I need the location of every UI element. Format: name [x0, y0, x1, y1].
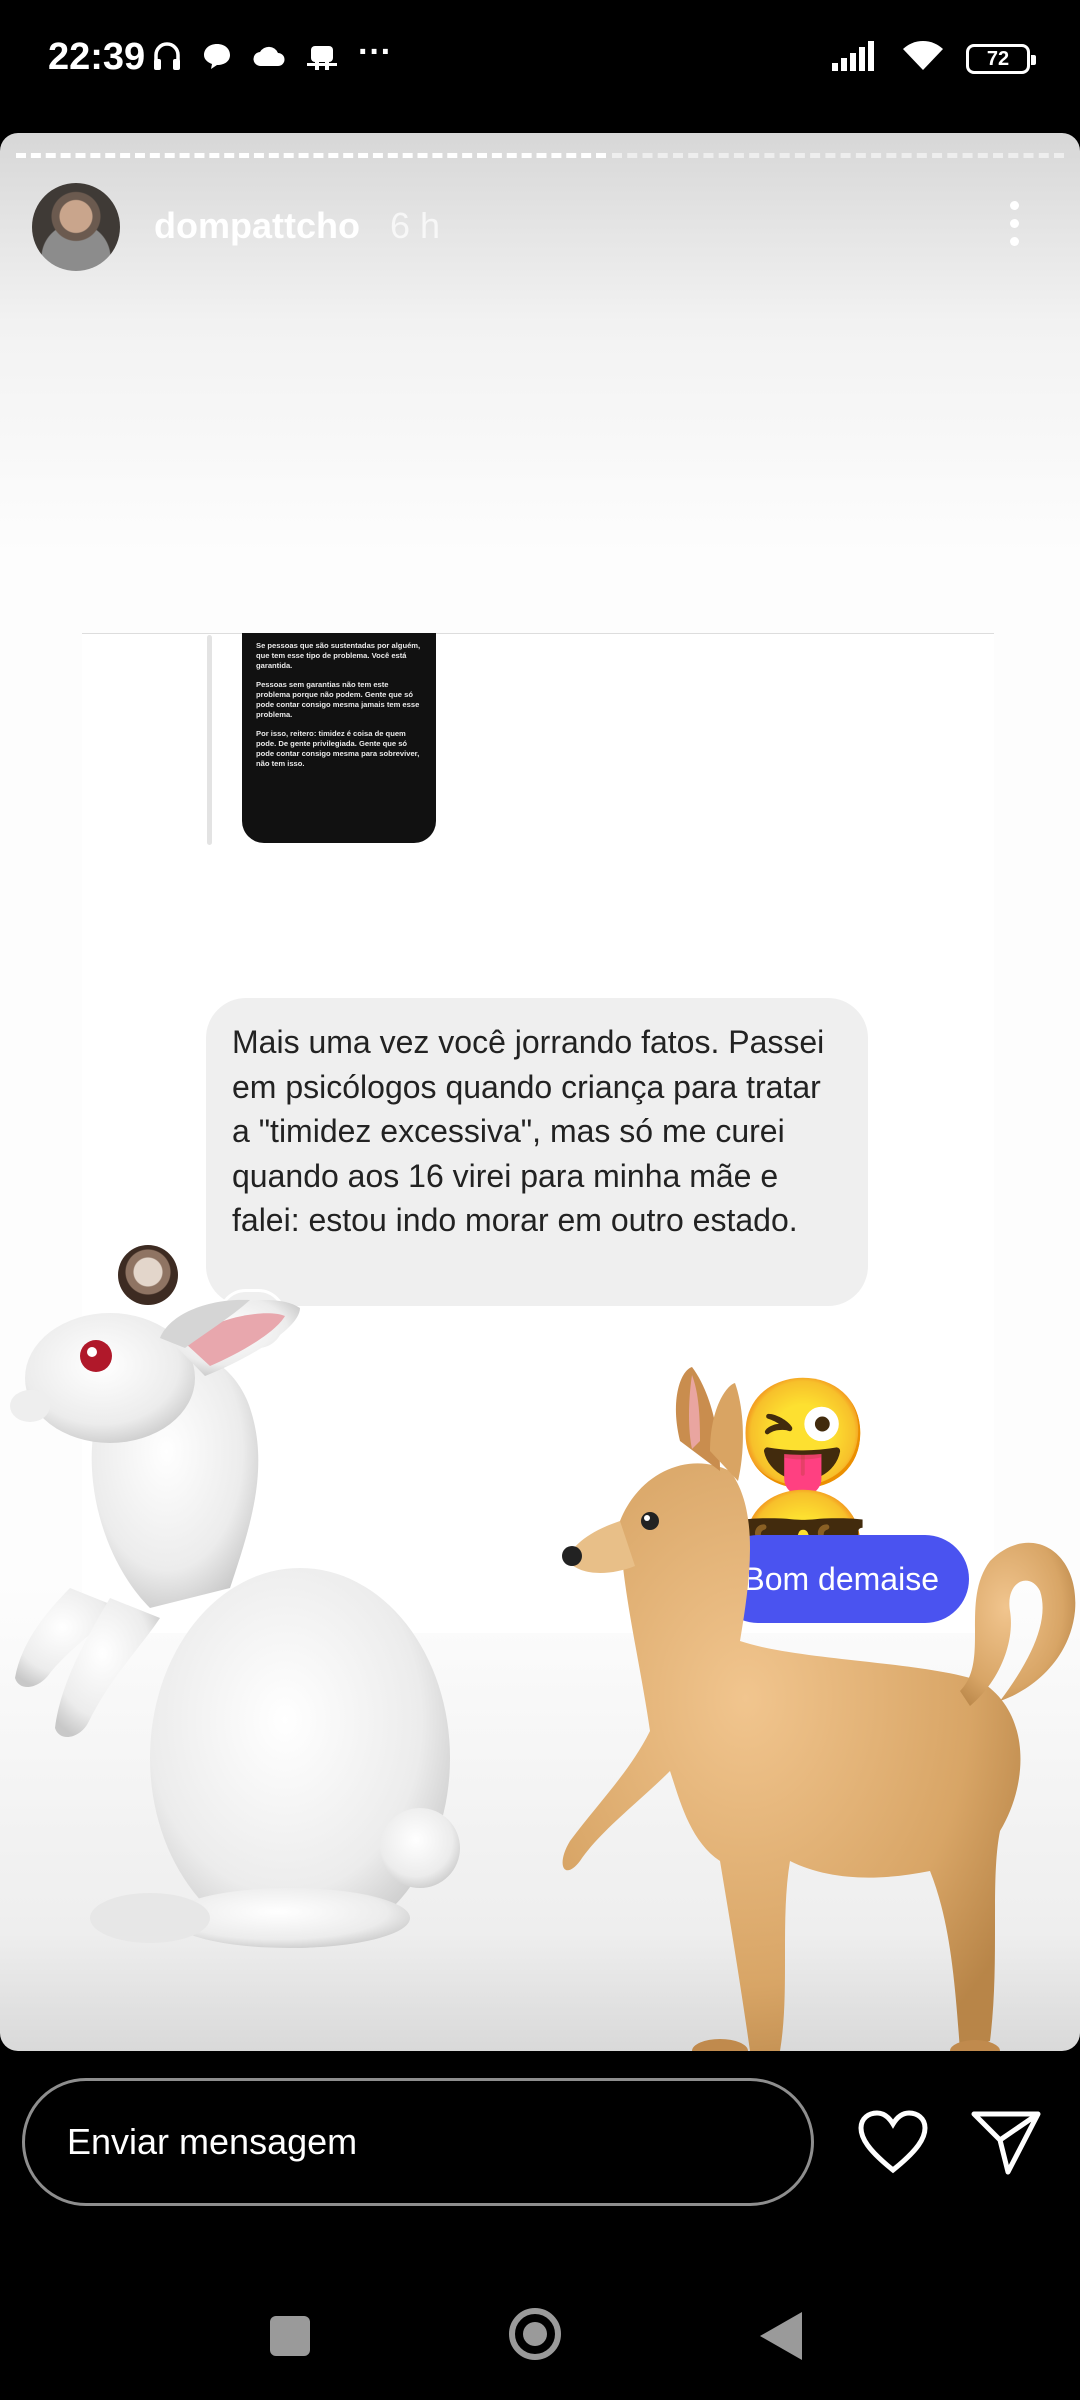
recents-button[interactable]	[270, 2316, 310, 2356]
send-direct-icon[interactable]	[970, 2108, 1042, 2176]
home-button[interactable]	[509, 2308, 561, 2360]
clock: 22:39	[48, 36, 146, 78]
signal-icon	[832, 41, 880, 76]
rabbit-sticker	[10, 1299, 460, 1948]
quoted-story: Se pessoas que são sustentadas por algué…	[242, 633, 436, 843]
story-header: dompattcho 6 h	[32, 183, 1048, 273]
back-button[interactable]	[760, 2312, 802, 2360]
status-bar: 22:39 ··· 72	[0, 0, 1080, 120]
dog-sticker	[562, 1367, 1076, 2051]
chat-bubble-icon	[202, 41, 232, 76]
quoted-text-1: Se pessoas que são sustentadas por algué…	[256, 641, 421, 670]
received-message-bubble: Mais uma vez você jorrando fatos. Passei…	[206, 998, 868, 1306]
headset-icon	[152, 40, 182, 77]
more-options-icon[interactable]	[1010, 201, 1020, 246]
more-notifications: ···	[358, 33, 392, 71]
battery-icon: 72	[966, 43, 1036, 74]
quoted-text-3: Por isso, reitero: timidez é coisa de qu…	[256, 729, 420, 768]
progress-segment-upcoming	[612, 153, 1064, 159]
divider	[82, 633, 994, 634]
notification-icons: ···	[152, 33, 392, 77]
story-viewer[interactable]: dompattcho 6 h Se pessoas que são susten…	[0, 133, 1080, 2051]
android-icon	[306, 40, 338, 77]
profile-avatar[interactable]	[32, 183, 120, 271]
message-input[interactable]: Enviar mensagem	[22, 2078, 814, 2206]
story-username[interactable]: dompattcho	[154, 205, 360, 247]
progress-segment-seen	[16, 153, 606, 159]
cloud-icon	[252, 43, 286, 74]
story-progress-bar	[16, 153, 1064, 159]
reply-indicator	[207, 635, 212, 845]
story-timestamp: 6 h	[390, 205, 441, 246]
system-icons: 72	[832, 40, 1036, 77]
wifi-icon	[902, 40, 944, 77]
like-heart-icon[interactable]	[858, 2110, 928, 2174]
quoted-text-2: Pessoas sem garantias não tem este probl…	[256, 680, 420, 719]
